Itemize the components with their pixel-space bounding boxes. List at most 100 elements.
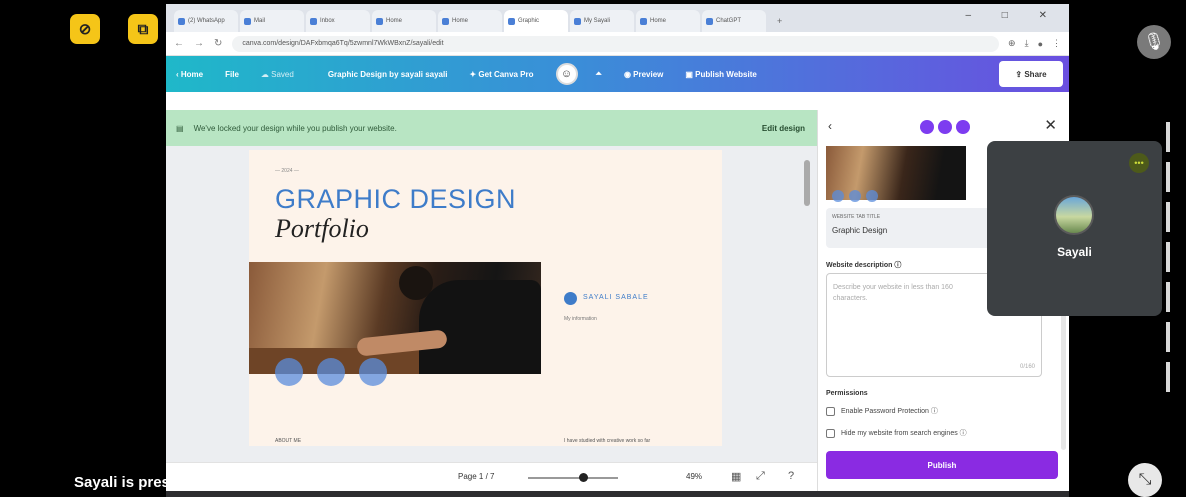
grid-view-icon[interactable]: ▦ bbox=[731, 470, 741, 483]
website-title-label: WEBSITE TAB TITLE bbox=[832, 214, 881, 220]
canva-toolbar: ‹ Home File ☁ Saved Graphic Design by sa… bbox=[166, 56, 1069, 92]
address-bar: ← → ↻ canva.com/design/DAFxbmqa6Tq/5zwmn… bbox=[166, 32, 1069, 56]
mic-off-button[interactable]: 🎙 bbox=[1137, 25, 1171, 59]
preview-button[interactable]: ◉ Preview bbox=[624, 70, 663, 79]
avatar bbox=[1054, 195, 1094, 235]
page-indicator[interactable]: Page 1 / 7 bbox=[458, 472, 494, 481]
participant-name: Sayali bbox=[1057, 245, 1092, 259]
browser-tab[interactable]: Inbox bbox=[306, 10, 370, 32]
favicon-icon bbox=[508, 17, 515, 25]
speaking-icon: ••• bbox=[1129, 153, 1149, 173]
about-text: I have studied with creative work so far bbox=[564, 438, 651, 444]
browser-tab[interactable]: Mail bbox=[240, 10, 304, 32]
close-icon[interactable]: ✕ bbox=[1044, 116, 1057, 134]
thumbnail-loading-dots bbox=[832, 190, 883, 202]
website-title-value: Graphic Design bbox=[832, 226, 888, 235]
about-heading: ABOUT ME bbox=[275, 438, 302, 444]
camera-off-button[interactable]: ⊘ bbox=[70, 14, 100, 44]
info-icon: ⓘ bbox=[930, 408, 938, 415]
analytics-icon[interactable]: ⏶ bbox=[596, 69, 602, 79]
favicon-icon bbox=[442, 17, 449, 25]
editor-statusbar: Page 1 / 7 49% ▦ ⤢ ? bbox=[166, 462, 817, 491]
browser-tab[interactable]: Home bbox=[438, 10, 502, 32]
browser-tab[interactable]: Home bbox=[636, 10, 700, 32]
hide-search-checkbox[interactable]: Hide my website from search engines ⓘ bbox=[826, 428, 967, 438]
description-label: Website description ⓘ bbox=[826, 262, 902, 269]
zoom-value[interactable]: 49% bbox=[686, 472, 702, 481]
new-tab-button[interactable]: + bbox=[777, 16, 782, 26]
lock-icon: ▤ bbox=[176, 123, 184, 133]
page-small-label: — 2024 — bbox=[275, 168, 299, 174]
home-button[interactable]: ‹ Home bbox=[176, 70, 203, 79]
filmstrip-scroll[interactable] bbox=[1166, 122, 1170, 412]
extension-icon[interactable]: ⊕ bbox=[1008, 38, 1016, 49]
exit-fullscreen-button[interactable]: ⤡ bbox=[1128, 463, 1162, 497]
present-button[interactable]: ⧉ bbox=[128, 14, 158, 44]
participant-tile[interactable]: ••• Sayali bbox=[987, 141, 1162, 316]
password-protection-checkbox[interactable]: Enable Password Protection ⓘ bbox=[826, 406, 938, 416]
edit-design-button[interactable]: Edit design bbox=[762, 124, 805, 133]
presenting-label: Sayali is presenting bbox=[74, 474, 215, 491]
download-icon[interactable]: ⤓ bbox=[1025, 38, 1029, 49]
favicon-icon bbox=[244, 17, 251, 25]
present-icon: ⧉ bbox=[137, 20, 149, 38]
author-name: SAYALI SABALE bbox=[583, 294, 649, 301]
taskbar bbox=[166, 491, 1069, 497]
share-icon: ⇪ bbox=[1015, 69, 1023, 79]
tab-strip: (2) WhatsApp Mail Inbox Home Home Graphi… bbox=[166, 4, 1069, 32]
back-icon[interactable]: ← bbox=[174, 38, 184, 49]
forward-icon[interactable]: → bbox=[194, 38, 204, 49]
browser-tab[interactable]: ChatGPT bbox=[702, 10, 766, 32]
locked-notice: ▤ We've locked your design while you pub… bbox=[166, 110, 817, 146]
window-controls[interactable]: ‒ □ ✕ bbox=[965, 10, 1061, 21]
browser-tab[interactable]: Home bbox=[372, 10, 436, 32]
checkbox[interactable] bbox=[826, 406, 835, 416]
zoom-slider[interactable] bbox=[528, 477, 618, 479]
page-subtitle: Portfolio bbox=[275, 214, 369, 243]
publish-website-button[interactable]: ▣ Publish Website bbox=[685, 70, 756, 79]
author-subtext: My information bbox=[564, 316, 597, 322]
fullscreen-icon[interactable]: ⤢ bbox=[756, 470, 765, 483]
get-pro-button[interactable]: ✦ Get Canva Pro bbox=[469, 70, 533, 79]
editor-canvas: — 2024 — GRAPHIC DESIGN Portfolio SAYALI… bbox=[166, 146, 817, 491]
favicon-icon bbox=[640, 17, 647, 25]
zoom-slider-handle[interactable] bbox=[579, 473, 588, 482]
camera-off-icon: ⊘ bbox=[78, 21, 92, 38]
profile-icon[interactable]: ● bbox=[1038, 39, 1043, 49]
mic-off-icon: 🎙 bbox=[1143, 32, 1165, 51]
favicon-icon bbox=[706, 17, 713, 25]
checkbox[interactable] bbox=[826, 428, 835, 438]
step-indicator bbox=[920, 120, 974, 134]
loading-dots bbox=[275, 358, 401, 386]
favicon-icon bbox=[178, 17, 185, 25]
menu-icon[interactable]: ⋮ bbox=[1052, 38, 1061, 49]
description-placeholder: Describe your website in less than 160 c… bbox=[833, 284, 953, 302]
name-icon bbox=[564, 292, 577, 305]
browser-tab[interactable]: (2) WhatsApp bbox=[174, 10, 238, 32]
collapse-icon: ⤡ bbox=[1138, 471, 1152, 488]
info-icon: ⓘ bbox=[894, 262, 902, 269]
back-icon[interactable]: ‹ bbox=[828, 119, 832, 133]
cloud-icon: ☁ bbox=[260, 69, 269, 79]
favicon-icon bbox=[310, 17, 317, 25]
char-count: 0/160 bbox=[1019, 364, 1035, 370]
favicon-icon bbox=[376, 17, 383, 25]
permissions-label: Permissions bbox=[826, 390, 868, 397]
design-page[interactable]: — 2024 — GRAPHIC DESIGN Portfolio SAYALI… bbox=[249, 150, 722, 446]
page-title: GRAPHIC DESIGN bbox=[275, 184, 517, 214]
design-title[interactable]: Graphic Design by sayali sayali bbox=[328, 70, 448, 79]
reload-icon[interactable]: ↻ bbox=[214, 38, 222, 49]
browser-tab[interactable]: My Sayali bbox=[570, 10, 634, 32]
saved-status: ☁ Saved bbox=[260, 69, 294, 79]
favicon-icon bbox=[574, 17, 581, 25]
share-button[interactable]: ⇪ Share bbox=[999, 61, 1063, 87]
browser-window: (2) WhatsApp Mail Inbox Home Home Graphi… bbox=[166, 4, 1069, 491]
browser-tab-active[interactable]: Graphic bbox=[504, 10, 568, 32]
file-menu[interactable]: File bbox=[225, 70, 239, 79]
url-input[interactable]: canva.com/design/DAFxbmqa6Tq/5zwmnl7WkWB… bbox=[232, 35, 1000, 52]
help-icon[interactable]: ? bbox=[788, 470, 794, 482]
editor-scrollbar[interactable] bbox=[804, 152, 811, 442]
publish-button[interactable]: Publish bbox=[826, 451, 1058, 479]
info-icon: ⓘ bbox=[959, 430, 967, 437]
user-avatar[interactable]: ☺ bbox=[555, 63, 578, 85]
